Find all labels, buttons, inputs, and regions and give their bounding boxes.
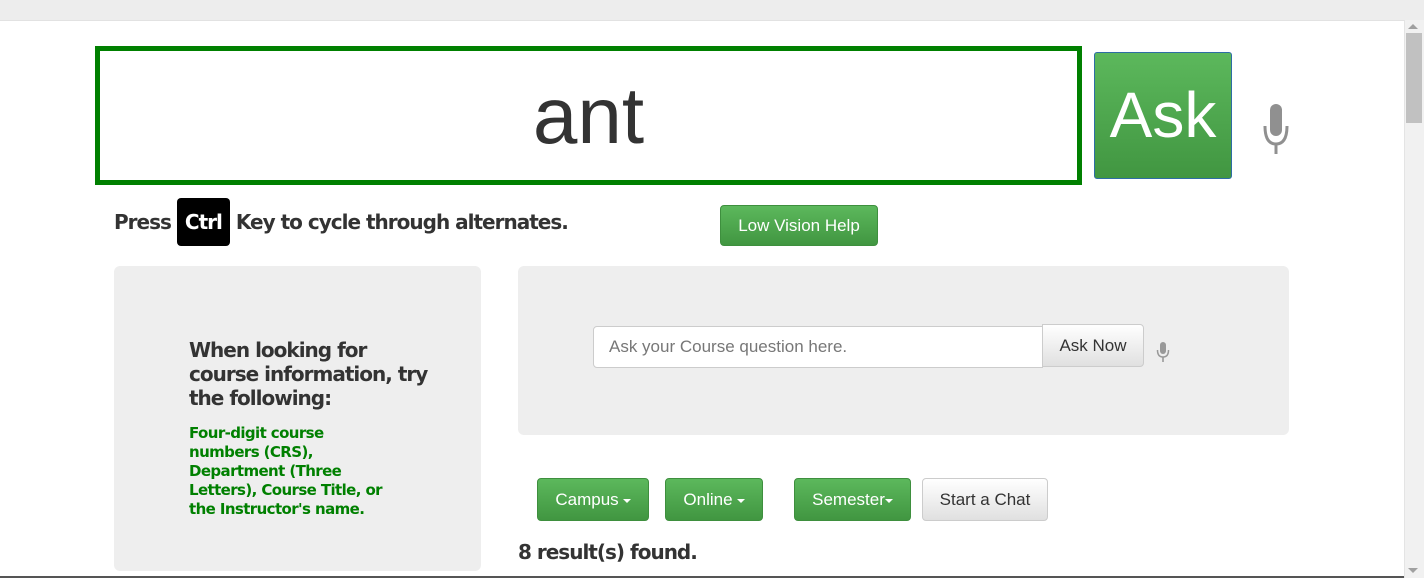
tips-text: Four-digit course numbers (CRS), Departm…	[189, 424, 383, 518]
hint-prefix: Press	[114, 210, 172, 234]
semester-dropdown[interactable]: Semester	[794, 478, 911, 521]
caret-down-icon	[622, 498, 631, 503]
online-dropdown[interactable]: Online	[665, 478, 763, 521]
scroll-down-arrow-icon[interactable]	[1408, 568, 1418, 573]
semester-label: Semester	[812, 490, 885, 509]
ask-now-button[interactable]: Ask Now	[1042, 324, 1144, 367]
main-query-display[interactable]: ant	[95, 46, 1082, 185]
tips-title: When looking for course information, try…	[189, 338, 428, 410]
ctrl-key-badge: Ctrl	[176, 198, 230, 246]
start-chat-button[interactable]: Start a Chat	[922, 478, 1048, 521]
campus-dropdown[interactable]: Campus	[537, 478, 649, 521]
microphone-icon[interactable]	[1156, 342, 1170, 362]
course-tips-panel: When looking for course information, try…	[114, 266, 481, 571]
course-question-input[interactable]	[593, 326, 1043, 368]
ask-button[interactable]: Ask	[1094, 52, 1232, 179]
caret-down-icon	[736, 498, 745, 503]
course-search-panel: Ask Now	[518, 266, 1289, 435]
scrollbar-thumb[interactable]	[1406, 33, 1422, 123]
campus-label: Campus	[555, 490, 619, 509]
online-label: Online	[683, 490, 733, 509]
results-count: 8 result(s) found.	[518, 540, 698, 564]
microphone-icon[interactable]	[1262, 104, 1290, 156]
low-vision-help-button[interactable]: Low Vision Help	[720, 205, 878, 246]
caret-down-icon	[884, 498, 893, 503]
keyboard-hint: Press Ctrl Key to cycle through alternat…	[114, 198, 569, 246]
hint-suffix: Key to cycle through alternates.	[235, 210, 569, 234]
browser-top-bar	[0, 0, 1424, 21]
scroll-up-arrow-icon[interactable]	[1408, 24, 1418, 29]
